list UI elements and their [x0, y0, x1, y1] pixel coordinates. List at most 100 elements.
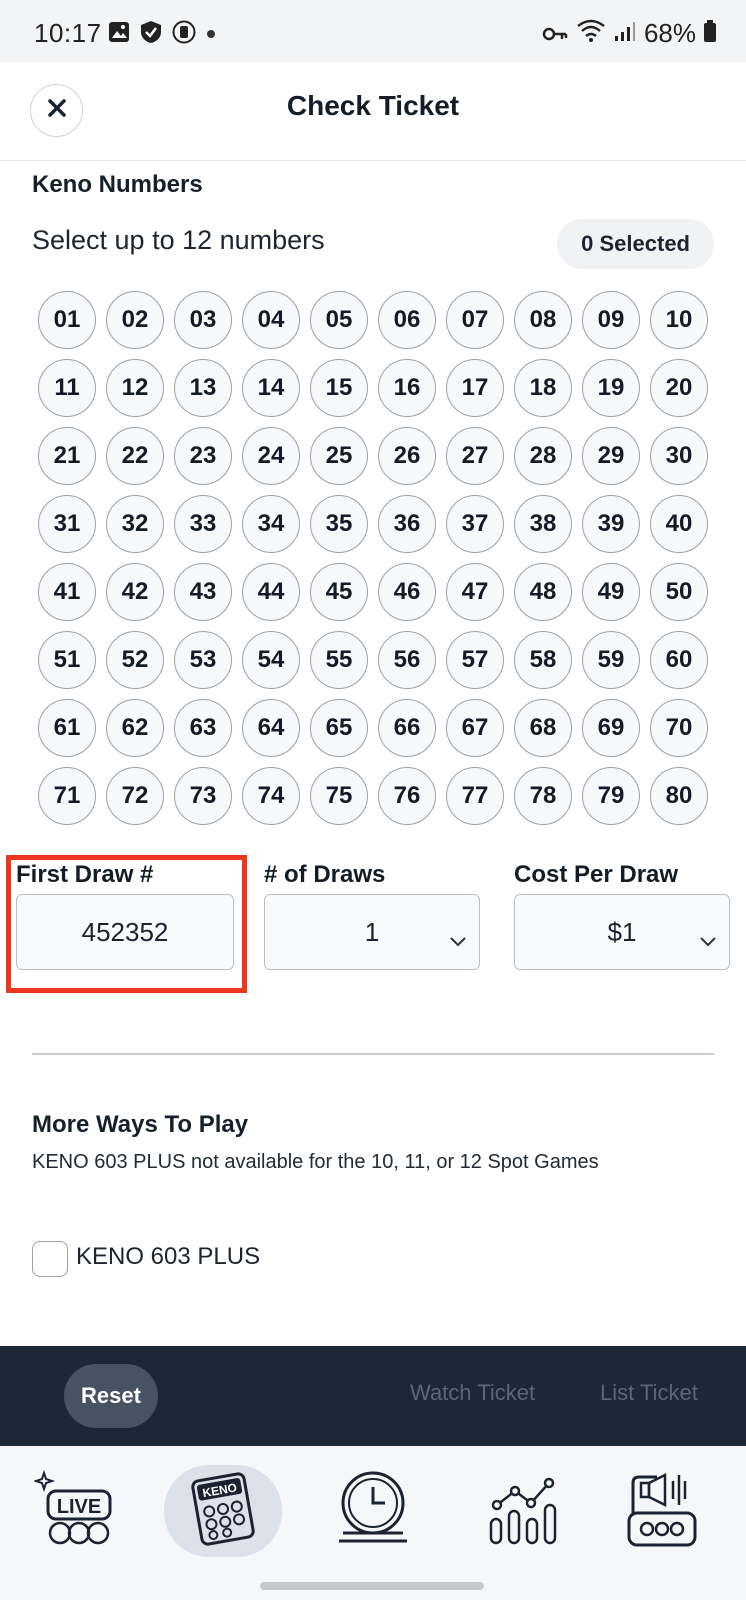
tab-clock[interactable] [318, 1466, 428, 1556]
keno-number-ball[interactable]: 10 [650, 291, 708, 349]
keno-number-ball[interactable]: 79 [582, 767, 640, 825]
status-time: 10:17 [34, 18, 102, 48]
keno-number-ball[interactable]: 50 [650, 563, 708, 621]
draws-select[interactable]: 1 [264, 894, 480, 970]
keno-number-ball[interactable]: 27 [446, 427, 504, 485]
keno-number-ball[interactable]: 68 [514, 699, 572, 757]
keno-number-ball[interactable]: 65 [310, 699, 368, 757]
keno-plus-checkbox[interactable] [32, 1241, 68, 1277]
keno-number-ball[interactable]: 02 [106, 291, 164, 349]
keno-number-ball[interactable]: 32 [106, 495, 164, 553]
dot-icon [206, 26, 216, 44]
keno-number-ball[interactable]: 48 [514, 563, 572, 621]
first-draw-input[interactable]: 452352 [16, 894, 234, 970]
reset-button[interactable]: Reset [64, 1364, 158, 1428]
keno-number-ball[interactable]: 05 [310, 291, 368, 349]
keno-number-ball[interactable]: 35 [310, 495, 368, 553]
keno-number-ball[interactable]: 41 [38, 563, 96, 621]
list-ticket-button[interactable]: List Ticket [600, 1380, 698, 1406]
watch-ticket-button[interactable]: Watch Ticket [410, 1380, 535, 1406]
keno-number-ball[interactable]: 71 [38, 767, 96, 825]
keno-number-ball[interactable]: 29 [582, 427, 640, 485]
draws-value: 1 [364, 916, 380, 947]
keno-number-ball[interactable]: 36 [378, 495, 436, 553]
cost-select[interactable]: $1 [514, 894, 730, 970]
keno-number-ball[interactable]: 15 [310, 359, 368, 417]
keno-number-ball[interactable]: 44 [242, 563, 300, 621]
keno-number-ball[interactable]: 21 [38, 427, 96, 485]
keno-number-ball[interactable]: 13 [174, 359, 232, 417]
keno-number-ball[interactable]: 56 [378, 631, 436, 689]
keno-number-ball[interactable]: 72 [106, 767, 164, 825]
keno-number-ball[interactable]: 52 [106, 631, 164, 689]
keno-number-ball[interactable]: 57 [446, 631, 504, 689]
keno-number-ball[interactable]: 01 [38, 291, 96, 349]
keno-number-ball[interactable]: 47 [446, 563, 504, 621]
keno-number-ball[interactable]: 63 [174, 699, 232, 757]
keno-number-ball[interactable]: 17 [446, 359, 504, 417]
keno-number-ball[interactable]: 78 [514, 767, 572, 825]
keno-number-ball[interactable]: 58 [514, 631, 572, 689]
tab-keno[interactable]: KENO [164, 1465, 282, 1557]
keno-number-ball[interactable]: 49 [582, 563, 640, 621]
keno-number-ball[interactable]: 30 [650, 427, 708, 485]
keno-number-ball[interactable]: 20 [650, 359, 708, 417]
keno-number-ball[interactable]: 07 [446, 291, 504, 349]
keno-number-ball[interactable]: 73 [174, 767, 232, 825]
keno-number-ball[interactable]: 46 [378, 563, 436, 621]
keno-number-ball[interactable]: 18 [514, 359, 572, 417]
keno-number-ball[interactable]: 12 [106, 359, 164, 417]
keno-number-ball[interactable]: 51 [38, 631, 96, 689]
signal-icon [614, 18, 636, 49]
keno-number-ball[interactable]: 03 [174, 291, 232, 349]
keno-number-ball[interactable]: 19 [582, 359, 640, 417]
keno-number-ball[interactable]: 66 [378, 699, 436, 757]
keno-number-ball[interactable]: 11 [38, 359, 96, 417]
keno-number-ball[interactable]: 61 [38, 699, 96, 757]
keno-number-ball[interactable]: 22 [106, 427, 164, 485]
keno-number-ball[interactable]: 38 [514, 495, 572, 553]
keno-number-ball[interactable]: 37 [446, 495, 504, 553]
keno-number-ball[interactable]: 69 [582, 699, 640, 757]
chart-icon [483, 1469, 563, 1554]
keno-number-ball[interactable]: 64 [242, 699, 300, 757]
tab-stats[interactable] [468, 1466, 578, 1556]
keno-number-ball[interactable]: 16 [378, 359, 436, 417]
keno-number-ball[interactable]: 31 [38, 495, 96, 553]
keno-number-ball[interactable]: 06 [378, 291, 436, 349]
keno-number-ball[interactable]: 62 [106, 699, 164, 757]
keno-number-ball[interactable]: 59 [582, 631, 640, 689]
keno-number-ball[interactable]: 40 [650, 495, 708, 553]
keno-number-ball[interactable]: 39 [582, 495, 640, 553]
keno-number-ball[interactable]: 60 [650, 631, 708, 689]
keno-number-ball[interactable]: 04 [242, 291, 300, 349]
keno-number-ball[interactable]: 33 [174, 495, 232, 553]
keno-number-ball[interactable]: 80 [650, 767, 708, 825]
keno-number-ball[interactable]: 25 [310, 427, 368, 485]
keno-plus-label[interactable]: KENO 603 PLUS [76, 1243, 260, 1271]
keno-number-ball[interactable]: 67 [446, 699, 504, 757]
keno-number-ball[interactable]: 24 [242, 427, 300, 485]
keno-number-ball[interactable]: 54 [242, 631, 300, 689]
keno-number-ball[interactable]: 14 [242, 359, 300, 417]
keno-number-ball[interactable]: 53 [174, 631, 232, 689]
keno-number-ball[interactable]: 34 [242, 495, 300, 553]
live-icon: LIVE [32, 1469, 120, 1554]
keno-number-ball[interactable]: 74 [242, 767, 300, 825]
keno-number-ball[interactable]: 77 [446, 767, 504, 825]
keno-number-ball[interactable]: 70 [650, 699, 708, 757]
keno-number-ball[interactable]: 28 [514, 427, 572, 485]
keno-number-ball[interactable]: 42 [106, 563, 164, 621]
keno-number-ball[interactable]: 08 [514, 291, 572, 349]
keno-number-ball[interactable]: 75 [310, 767, 368, 825]
tab-live[interactable]: LIVE [22, 1466, 132, 1556]
keno-number-ball[interactable]: 45 [310, 563, 368, 621]
keno-number-ball[interactable]: 26 [378, 427, 436, 485]
key-icon [542, 18, 568, 49]
keno-number-ball[interactable]: 43 [174, 563, 232, 621]
keno-number-ball[interactable]: 23 [174, 427, 232, 485]
keno-number-ball[interactable]: 09 [582, 291, 640, 349]
keno-number-ball[interactable]: 55 [310, 631, 368, 689]
keno-number-ball[interactable]: 76 [378, 767, 436, 825]
tab-announcements[interactable] [608, 1466, 718, 1556]
